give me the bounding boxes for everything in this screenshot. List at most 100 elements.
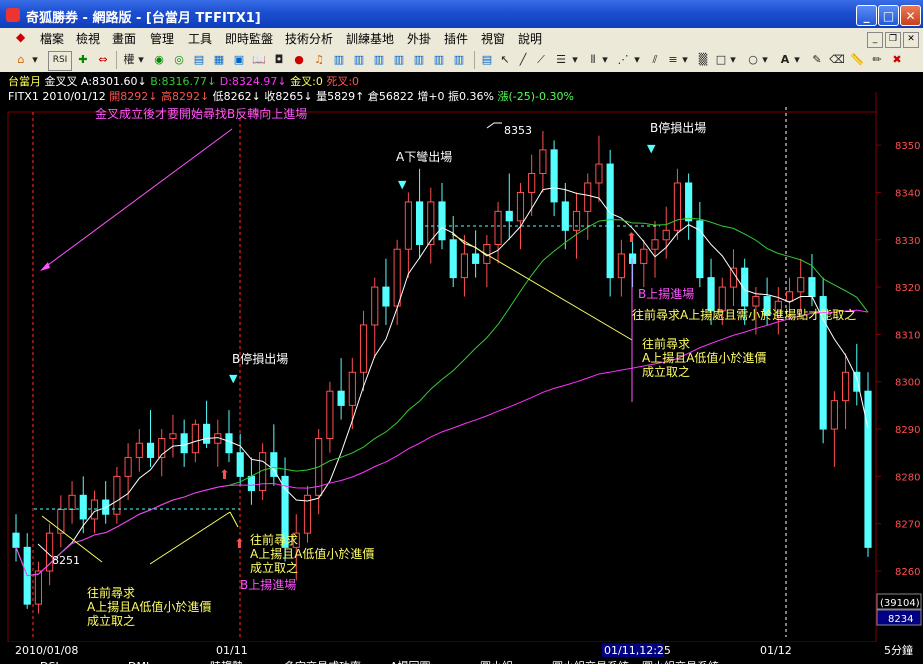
candle-body <box>505 210 513 222</box>
menu-icon[interactable]: ◆ <box>16 30 25 44</box>
bottom-tab[interactable]: 圖小組交易系統 <box>642 659 719 664</box>
chart-icon[interactable]: ▤ <box>478 51 496 69</box>
layout-icon[interactable]: ▥ <box>410 51 428 69</box>
candle-body <box>662 229 670 241</box>
bell-icon[interactable]: ♫ <box>310 51 328 69</box>
pointer-icon[interactable]: ↖ <box>496 51 514 69</box>
menu-window[interactable]: 視窗 <box>481 30 505 47</box>
layout-icon[interactable]: ▥ <box>390 51 408 69</box>
y-tick-label: 8320 <box>895 283 920 294</box>
candle-body <box>348 371 356 406</box>
menu-view[interactable]: 檢視 <box>76 30 100 47</box>
book-icon[interactable]: 📖 <box>250 51 268 69</box>
grid-icon[interactable]: ▦ <box>210 51 228 69</box>
app-icon <box>6 8 20 22</box>
dropdown-arrow-icon[interactable]: ▾ <box>728 51 738 69</box>
layout-icon[interactable]: ▥ <box>450 51 468 69</box>
rule-3-line-2: A上揚且A低值小於進價 <box>642 350 766 365</box>
highlighter-icon[interactable]: ✎ <box>808 51 826 69</box>
gann-tool-icon[interactable]: ▒ <box>694 51 712 69</box>
cube-icon[interactable]: ◘ <box>270 51 288 69</box>
candle-body <box>135 442 143 458</box>
channel-tool-icon[interactable]: ⫽ <box>646 51 664 69</box>
candle-body <box>337 390 345 406</box>
rule-3-line-3: 成立取之 <box>642 364 690 379</box>
ruler-icon[interactable]: 📏 <box>848 51 866 69</box>
note-arrow <box>149 511 231 565</box>
mdi-minimize-button[interactable]: _ <box>867 32 883 48</box>
dropdown-arrow-icon[interactable]: ▾ <box>632 51 642 69</box>
dropdown-arrow-icon[interactable]: ▾ <box>136 51 146 69</box>
dropdown-arrow-icon[interactable]: ▾ <box>600 51 610 69</box>
close-button[interactable]: ✕ <box>900 5 921 26</box>
up-arrow-marker: ⬆ <box>234 537 245 552</box>
bottom-tab[interactable]: 圖小組交易系統 <box>552 659 629 664</box>
x-label-date-2: 01/11 <box>216 644 248 657</box>
dropdown-arrow-icon[interactable]: ▾ <box>760 51 770 69</box>
candle-body <box>516 191 525 222</box>
home-icon[interactable]: ⌂ <box>12 51 30 69</box>
delete-icon[interactable]: ✖ <box>888 51 906 69</box>
alarm-icon[interactable]: ● <box>290 51 308 69</box>
pen-icon[interactable]: ✏ <box>868 51 886 69</box>
glasses-icon[interactable]: ◉ <box>150 51 168 69</box>
arrows-icon[interactable]: ⇔ <box>94 51 112 69</box>
menu-addon[interactable]: 插件 <box>444 30 468 47</box>
bottom-tab[interactable]: 圖小組 <box>480 660 513 664</box>
crosshair-icon[interactable]: ✚ <box>74 51 92 69</box>
menu-help[interactable]: 說明 <box>518 30 542 47</box>
candle-body <box>584 182 592 212</box>
dropdown-arrow-icon[interactable]: ▾ <box>680 51 690 69</box>
bottom-tab[interactable]: 多空交易成功率 <box>284 659 361 664</box>
high-pointer <box>486 122 502 129</box>
mdi-controls: _ ❐ ✕ <box>865 30 919 48</box>
minimize-button[interactable]: _ <box>856 5 877 26</box>
menu-plugin[interactable]: 外掛 <box>407 30 431 47</box>
bottom-tab[interactable]: DMI <box>128 660 149 664</box>
y-tick-label: 8280 <box>895 472 920 483</box>
period-label: 5分鐘 <box>884 643 913 657</box>
menu-manage[interactable]: 管理 <box>150 30 174 47</box>
up-arrow-marker: ⬆ <box>626 231 637 246</box>
candle-body <box>180 433 188 454</box>
candle-body <box>628 253 637 264</box>
price-chart[interactable]: 8260 8270 8280 8290 8300 8310 8320 8330 8340 8350… <box>0 72 923 664</box>
candle-body <box>572 210 581 231</box>
dropdown-arrow-icon[interactable]: ▾ <box>570 51 580 69</box>
hline-tool-icon[interactable]: ☰ <box>552 51 570 69</box>
layout-icon[interactable]: ▥ <box>350 51 368 69</box>
ray-tool-icon[interactable]: ⟋ <box>532 51 550 69</box>
bottom-tab[interactable]: DSL <box>40 660 62 664</box>
menu-screen[interactable]: 畫面 <box>112 30 136 47</box>
fan-tool-icon[interactable]: ⋰ <box>614 51 632 69</box>
maximize-button[interactable]: □ <box>878 5 899 26</box>
menu-file[interactable]: 檔案 <box>40 30 64 47</box>
layout-icon[interactable]: ▥ <box>370 51 388 69</box>
glasses-icon[interactable]: ◎ <box>170 51 188 69</box>
candle-body <box>673 182 682 231</box>
y-tick-label: 8270 <box>895 520 920 531</box>
y-tick-label: 8310 <box>895 330 920 341</box>
mdi-close-button[interactable]: ✕ <box>903 32 919 48</box>
menu-technical[interactable]: 技術分析 <box>285 30 333 47</box>
menu-training[interactable]: 訓練基地 <box>346 30 394 47</box>
window-title: 奇狐勝券 - 網路版 - [台當月 TFFITX1] <box>26 11 261 26</box>
bottom-tab[interactable]: 時趨勢 <box>210 659 243 664</box>
mdi-restore-button[interactable]: ❐ <box>885 32 901 48</box>
folder-icon[interactable]: ▣ <box>230 51 248 69</box>
menu-monitor[interactable]: 即時監盤 <box>225 30 273 47</box>
layout-icon[interactable]: ▥ <box>430 51 448 69</box>
eraser-icon[interactable]: ⌫ <box>828 51 846 69</box>
layout-icon[interactable]: ▥ <box>330 51 348 69</box>
chart-icon[interactable]: ▤ <box>190 51 208 69</box>
dropdown-arrow-icon[interactable]: ▾ <box>792 51 802 69</box>
candle-body <box>247 475 256 492</box>
dropdown-arrow-icon[interactable]: ▾ <box>30 51 40 69</box>
candle-body <box>472 253 480 264</box>
down-arrow-marker: ▼ <box>229 372 238 385</box>
bottom-tab[interactable]: A場回圖 <box>390 660 431 664</box>
line-tool-icon[interactable]: ╱ <box>514 51 532 69</box>
rule-3-line-1: 往前尋求 <box>642 336 690 351</box>
rsi-button[interactable]: RSI <box>48 51 72 71</box>
menu-tools[interactable]: 工具 <box>188 30 212 47</box>
